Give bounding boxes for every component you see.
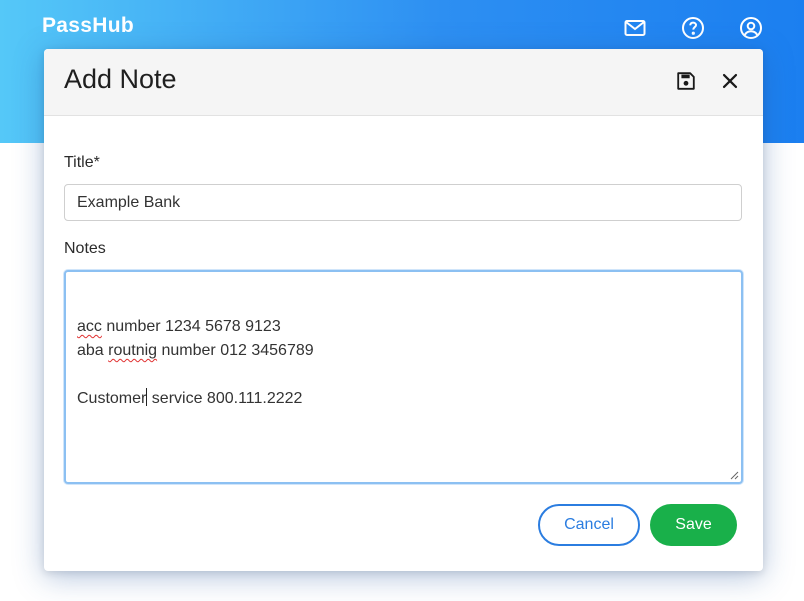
notes-line: Customer service 800.111.2222: [77, 387, 730, 411]
account-icon[interactable]: [739, 16, 763, 40]
notes-line: [77, 363, 730, 387]
notes-textarea[interactable]: acc number 1234 5678 9123 aba routnig nu…: [64, 270, 743, 484]
title-label: Title*: [64, 154, 100, 171]
notes-line: acc number 1234 5678 9123: [77, 315, 730, 339]
notes-line-prefix: aba: [77, 342, 109, 359]
notes-label: Notes: [64, 240, 106, 257]
resize-grip-icon[interactable]: [729, 470, 739, 480]
add-note-dialog: Add Note Title* Example Bank Notes acc n…: [44, 49, 763, 571]
notes-line: [77, 291, 730, 315]
close-icon[interactable]: [718, 69, 742, 93]
passhub-page: PassHub Add Note Title* Example Bank Not…: [0, 0, 804, 601]
notes-line-tail: service 800.111.2222: [147, 390, 303, 407]
misspelled-word: acc: [77, 318, 102, 335]
save-button[interactable]: Save: [650, 504, 737, 546]
dialog-header: Add Note: [44, 49, 763, 116]
notes-line-head: Customer: [77, 390, 147, 407]
dialog-title: Add Note: [64, 64, 177, 94]
notes-line-rest: number 1234 5678 9123: [101, 318, 281, 335]
help-icon[interactable]: [681, 16, 705, 40]
cancel-button[interactable]: Cancel: [538, 504, 640, 546]
passhub-logo[interactable]: PassHub: [42, 12, 134, 40]
notes-line-rest: number 012 3456789: [157, 342, 314, 359]
mail-icon[interactable]: [623, 16, 647, 40]
title-input[interactable]: Example Bank: [64, 184, 742, 221]
misspelled-word: routnig: [108, 342, 158, 359]
notes-line: aba routnig number 012 3456789: [77, 339, 730, 363]
save-icon[interactable]: [674, 69, 698, 93]
